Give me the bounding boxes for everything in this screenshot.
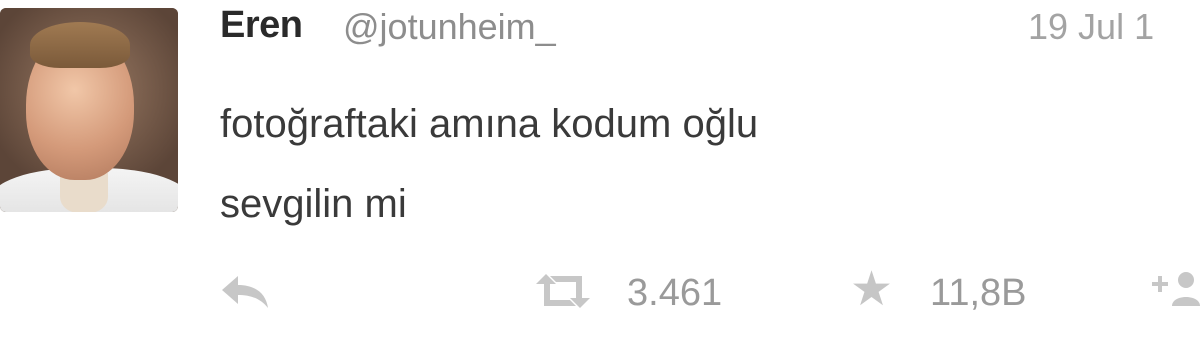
favorite-count: 11,8B <box>930 272 1027 314</box>
tweet-text-line-1: fotoğraftaki amına kodum oğlu <box>220 102 759 146</box>
reply-icon[interactable] <box>218 272 272 312</box>
tweet-text: fotoğraftaki amına kodum oğlu sevgilin m… <box>220 84 1120 244</box>
retweet-icon[interactable] <box>528 270 598 312</box>
follow-icon[interactable] <box>1150 266 1200 312</box>
avatar[interactable] <box>0 8 178 212</box>
retweet-count: 3.461 <box>627 272 723 314</box>
user-name[interactable]: Eren <box>220 4 303 47</box>
follow-icon-svg <box>1152 272 1200 306</box>
avatar-hair <box>30 22 130 68</box>
star-icon[interactable]: ★ <box>850 264 893 316</box>
reply-icon-svg <box>222 276 268 308</box>
tweet-text-line-2: sevgilin mi <box>220 182 407 226</box>
tweet-card: Eren @jotunheim_ 19 Jul 1 fotoğraftaki a… <box>0 0 1200 358</box>
tweet-date[interactable]: 19 Jul 1 <box>1028 6 1154 48</box>
retweet-icon-svg <box>536 274 590 308</box>
tweet-actions: 3.461 ★ 11,8B <box>0 258 1200 328</box>
user-handle[interactable]: @jotunheim_ <box>343 6 556 48</box>
